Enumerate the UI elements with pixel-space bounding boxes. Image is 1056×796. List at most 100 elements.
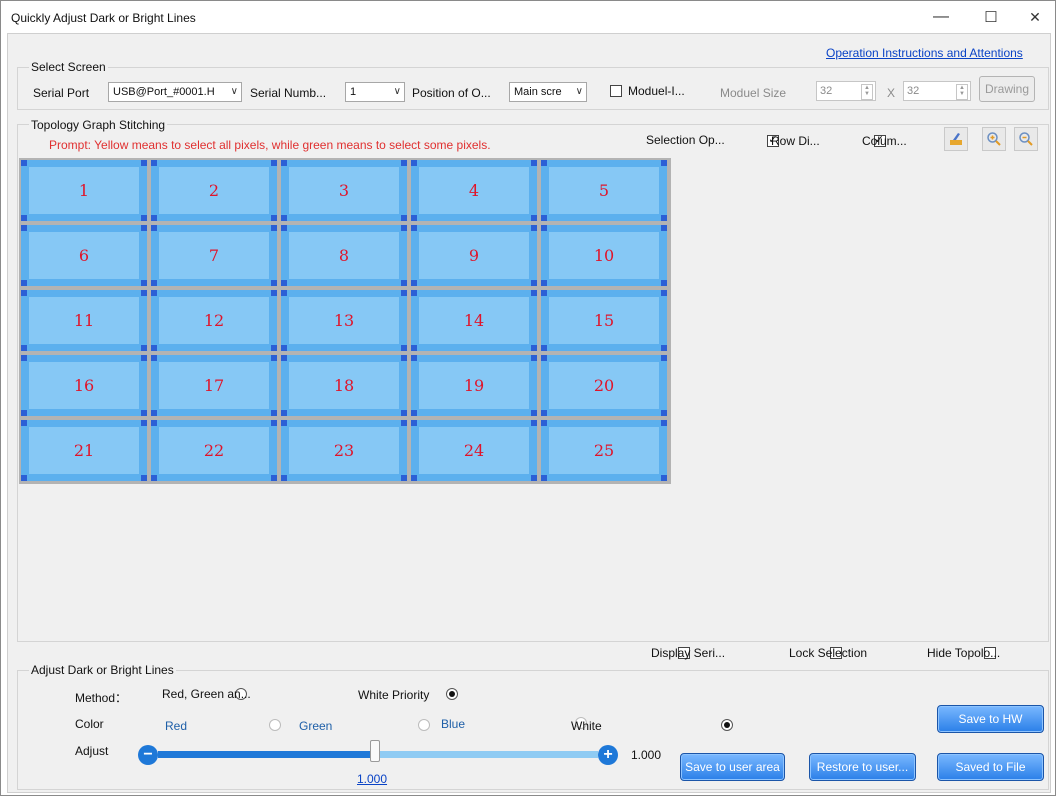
color-radio-red[interactable]	[268, 719, 281, 731]
module-cell[interactable]: 14	[411, 290, 537, 351]
module-cell[interactable]: 16	[21, 355, 147, 416]
position-label: Position of O...	[412, 86, 491, 100]
select-screen-label: Select Screen	[29, 60, 108, 74]
corner-marker	[141, 355, 147, 361]
brush-icon[interactable]	[944, 127, 968, 151]
module-cell[interactable]: 12	[151, 290, 277, 351]
module-cell[interactable]: 8	[281, 225, 407, 286]
cell-band-bottom	[281, 214, 407, 221]
method-option-rgb: Red, Green an...	[162, 687, 251, 701]
module-number: 21	[73, 441, 95, 460]
module-cell[interactable]: 24	[411, 420, 537, 481]
module-cell[interactable]: 10	[541, 225, 667, 286]
corner-marker	[141, 160, 147, 166]
module-number: 5	[598, 181, 610, 200]
module-cell[interactable]: 21	[21, 420, 147, 481]
module-checkbox[interactable]	[610, 85, 622, 97]
save-to-user-area-button[interactable]: Save to user area	[680, 753, 785, 781]
module-cell[interactable]: 25	[541, 420, 667, 481]
module-cell[interactable]: 5	[541, 160, 667, 221]
position-dropdown[interactable]: Main scre ∨	[509, 82, 587, 102]
minimize-button[interactable]: —	[919, 4, 963, 30]
cell-band-bottom	[151, 474, 277, 481]
module-cell[interactable]: 19	[411, 355, 537, 416]
corner-marker	[661, 410, 667, 416]
instructions-link[interactable]: Operation Instructions and Attentions	[826, 46, 1023, 60]
zoom-out-icon[interactable]	[1014, 127, 1038, 151]
module-size-label: Moduel Size	[720, 86, 787, 100]
module-cell[interactable]: 6	[21, 225, 147, 286]
maximize-button[interactable]: ☐	[969, 4, 1013, 30]
module-cell[interactable]: 3	[281, 160, 407, 221]
spinner-arrows-icon[interactable]: ▲ ▼	[861, 84, 873, 100]
corner-marker	[21, 420, 27, 426]
corner-marker	[281, 345, 287, 351]
corner-marker	[141, 420, 147, 426]
module-cell[interactable]: 13	[281, 290, 407, 351]
topology-grid[interactable]: 1 2 3 4 5 6 7 8 9 10 11 12 13 14 15 16 17 18 19 20 21 22 23 24 2…	[19, 158, 671, 484]
cell-band-bottom	[151, 344, 277, 351]
module-height-spinner[interactable]: 32 ▲ ▼	[903, 81, 971, 101]
module-cell[interactable]: 11	[21, 290, 147, 351]
minus-icon[interactable]: −	[138, 745, 158, 765]
slider-value[interactable]: 1.000	[357, 772, 387, 786]
module-number: 25	[593, 441, 615, 460]
module-width-spinner[interactable]: 32 ▲ ▼	[816, 81, 876, 101]
module-cell[interactable]: 9	[411, 225, 537, 286]
corner-marker	[271, 225, 277, 231]
module-cell[interactable]: 18	[281, 355, 407, 416]
serial-port-value: USB@Port_#0001.H	[113, 86, 215, 98]
color-radio-white[interactable]	[720, 719, 733, 731]
module-height-value: 32	[907, 85, 920, 97]
module-x-label: X	[887, 86, 896, 100]
cell-band-top	[21, 225, 147, 232]
slider-remaining-track[interactable]	[376, 751, 598, 758]
cell-band-bottom	[21, 344, 147, 351]
module-cell[interactable]: 17	[151, 355, 277, 416]
corner-marker	[281, 410, 287, 416]
module-cell[interactable]: 23	[281, 420, 407, 481]
cell-band-bottom	[541, 214, 667, 221]
module-cell[interactable]: 7	[151, 225, 277, 286]
cell-band-bottom	[281, 344, 407, 351]
close-button[interactable]: ✕	[1013, 4, 1056, 30]
slider-filled-track[interactable]	[158, 751, 376, 758]
drawing-button[interactable]: Drawing	[979, 76, 1035, 102]
cell-band-bottom	[411, 409, 537, 416]
module-cell[interactable]: 15	[541, 290, 667, 351]
cell-band-top	[411, 290, 537, 297]
module-number: 23	[333, 441, 355, 460]
module-cell[interactable]: 20	[541, 355, 667, 416]
corner-marker	[281, 475, 287, 481]
module-cell[interactable]: 2	[151, 160, 277, 221]
saved-to-file-button[interactable]: Saved to File	[937, 753, 1044, 781]
module-width-value: 32	[820, 85, 833, 97]
corner-marker	[21, 290, 27, 296]
plus-icon[interactable]: +	[598, 745, 618, 765]
module-cell[interactable]: 4	[411, 160, 537, 221]
corner-marker	[661, 355, 667, 361]
corner-marker	[401, 280, 407, 286]
module-cell[interactable]: 22	[151, 420, 277, 481]
corner-marker	[281, 215, 287, 221]
save-to-hw-button[interactable]: Save to HW	[937, 705, 1044, 733]
module-number: 16	[73, 376, 95, 395]
serial-number-dropdown[interactable]: 1 ∨	[345, 82, 405, 102]
cell-band-bottom	[541, 409, 667, 416]
zoom-in-icon[interactable]	[982, 127, 1006, 151]
corner-marker	[271, 280, 277, 286]
module-number: 22	[203, 441, 225, 460]
color-radio-green[interactable]	[418, 719, 431, 731]
corner-marker	[411, 160, 417, 166]
restore-to-user-button[interactable]: Restore to user...	[809, 753, 916, 781]
serial-port-dropdown[interactable]: USB@Port_#0001.H ∨	[108, 82, 242, 102]
module-cell[interactable]: 1	[21, 160, 147, 221]
corner-marker	[411, 410, 417, 416]
corner-marker	[151, 280, 157, 286]
module-number: 13	[333, 311, 355, 330]
corner-marker	[271, 355, 277, 361]
slider-thumb[interactable]	[370, 740, 380, 762]
corner-marker	[411, 355, 417, 361]
spinner-arrows-icon[interactable]: ▲ ▼	[956, 84, 968, 100]
cell-band-bottom	[281, 279, 407, 286]
